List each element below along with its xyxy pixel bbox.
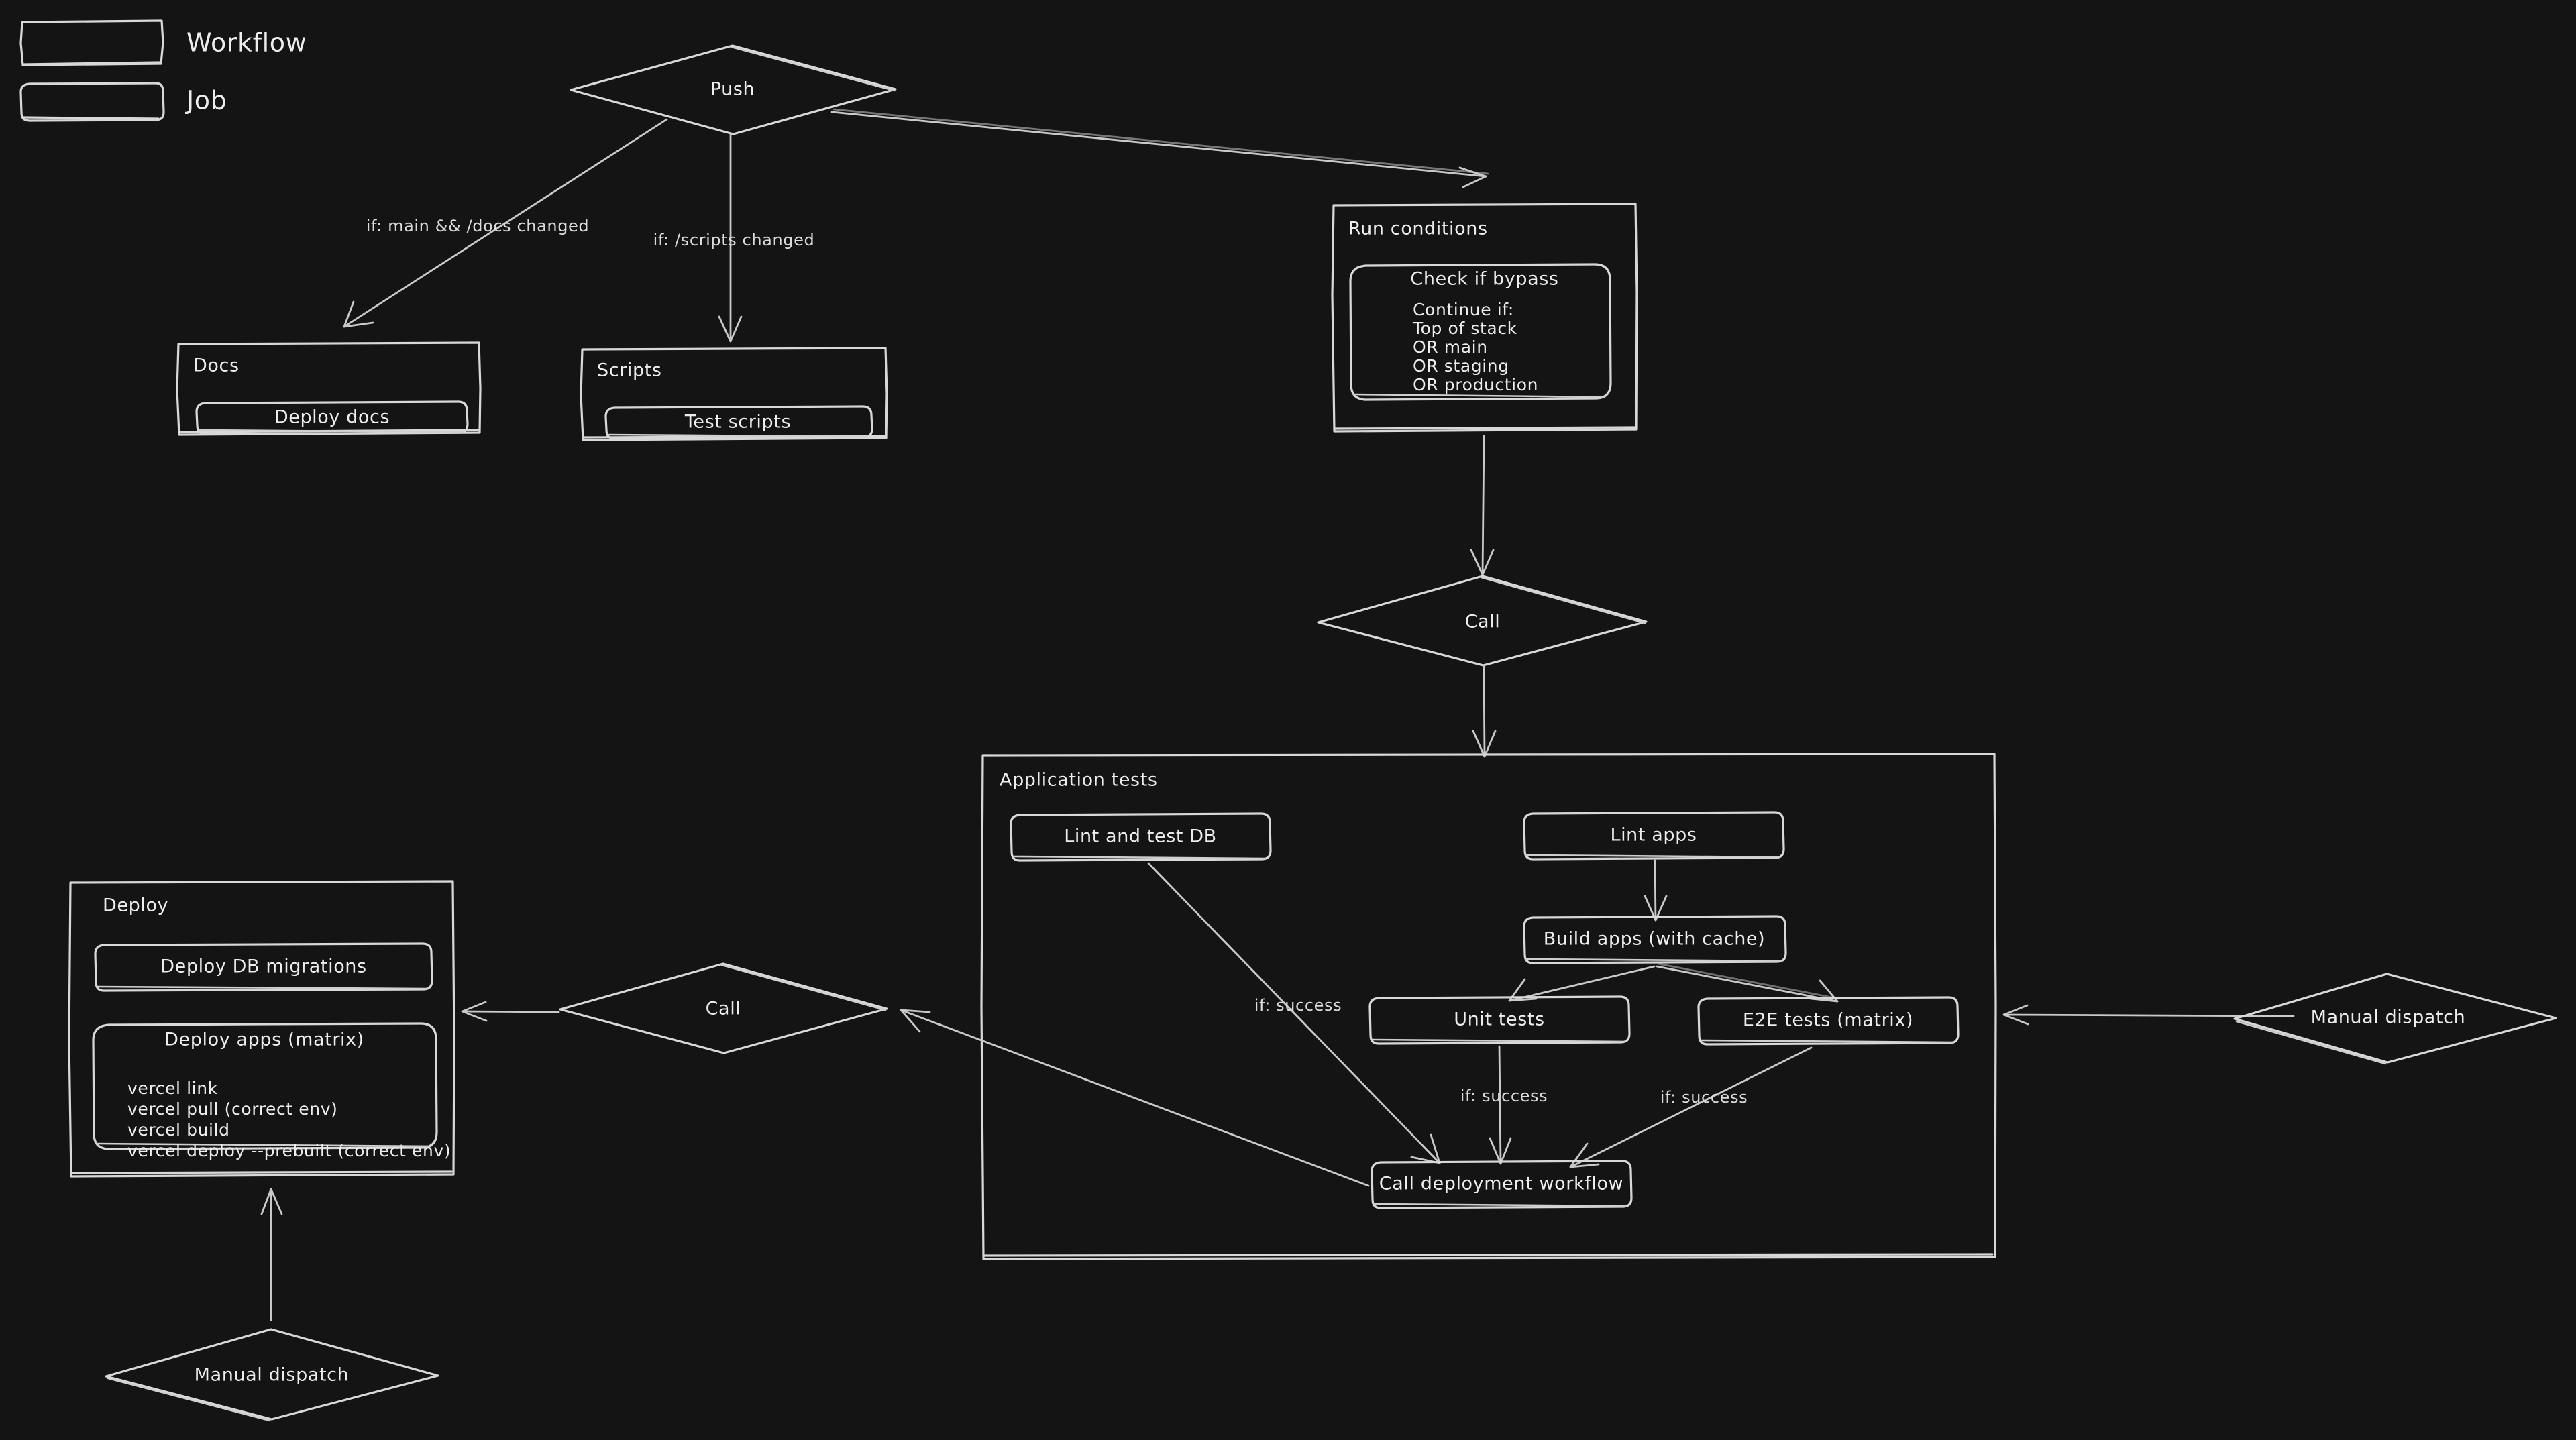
- edge-manualdispatch-left-deploy: [260, 1188, 283, 1321]
- job-deploy-db-migrations[interactable]: Deploy DB migrations: [94, 942, 433, 992]
- job-deploy-apps-matrix-label: Deploy apps (matrix): [164, 1030, 364, 1050]
- job-deploy-apps-detail-0: vercel link: [127, 1078, 218, 1098]
- workflow-deploy: Deploy Deploy DB migrations Deploy apps …: [68, 880, 455, 1178]
- job-call-deployment-workflow[interactable]: Call deployment workflow: [1371, 1160, 1633, 1209]
- edge-e2etests-calldeploy-label: if: success: [1660, 1088, 1748, 1107]
- legend-workflow-label: Workflow: [186, 28, 307, 58]
- job-deploy-docs-label: Deploy docs: [274, 407, 390, 428]
- workflow-run-conditions-title: Run conditions: [1348, 219, 1488, 239]
- job-unit-tests[interactable]: Unit tests: [1368, 995, 1631, 1045]
- edge-push-runconditions: [830, 108, 1489, 188]
- edge-e2etests-calldeploy: if: success: [1569, 1046, 1813, 1168]
- edge-buildapps-unittests: [1508, 965, 1656, 1002]
- diagram-canvas: Workflow Job Push if: main && /docs chan…: [19, 19, 2557, 1422]
- edge-callleft-deploy: [461, 1001, 560, 1022]
- trigger-manual-dispatch-left-label: Manual dispatch: [195, 1365, 350, 1386]
- trigger-call-left-label: Call: [706, 999, 741, 1019]
- job-deploy-apps-detail-3: vercel deploy --prebuilt (correct env): [127, 1141, 451, 1160]
- job-lint-and-test-db-label: Lint and test DB: [1064, 826, 1217, 847]
- job-deploy-apps-detail-2: vercel build: [127, 1120, 230, 1140]
- trigger-manual-dispatch-right[interactable]: Manual dispatch: [2233, 973, 2557, 1065]
- job-deploy-docs[interactable]: Deploy docs: [195, 400, 469, 435]
- job-check-if-bypass-detail-0: Continue if:: [1413, 300, 1514, 319]
- trigger-push-label: Push: [710, 79, 755, 100]
- legend-workflow-swatch: [19, 19, 164, 66]
- edge-call-apptests: [1472, 664, 1497, 758]
- job-lint-apps-label: Lint apps: [1610, 825, 1697, 846]
- edge-calldeploy-callleft: [900, 1009, 1370, 1187]
- workflow-scripts-title: Scripts: [597, 360, 662, 381]
- job-lint-apps[interactable]: Lint apps: [1523, 811, 1785, 861]
- workflow-deploy-title: Deploy: [103, 895, 168, 916]
- trigger-manual-dispatch-right-label: Manual dispatch: [2311, 1007, 2466, 1028]
- job-check-if-bypass-detail-2: OR main: [1413, 337, 1488, 357]
- job-check-if-bypass-detail-3: OR staging: [1413, 356, 1509, 376]
- trigger-manual-dispatch-left[interactable]: Manual dispatch: [105, 1328, 439, 1422]
- workflow-run-conditions: Run conditions Check if bypass Continue …: [1331, 203, 1638, 433]
- edge-lintdb-calldeploy: if: success: [1147, 862, 1441, 1164]
- job-build-apps-label: Build apps (with cache): [1544, 929, 1766, 950]
- job-check-if-bypass-detail-4: OR production: [1413, 375, 1538, 394]
- job-test-scripts-label: Test scripts: [684, 412, 791, 433]
- job-unit-tests-label: Unit tests: [1454, 1009, 1544, 1030]
- trigger-push[interactable]: Push: [570, 44, 897, 135]
- edge-unittests-calldeploy-label: if: success: [1460, 1087, 1548, 1105]
- job-build-apps[interactable]: Build apps (with cache): [1523, 915, 1787, 964]
- edge-push-scripts: if: /scripts changed: [653, 133, 815, 343]
- edge-runconditions-call: [1470, 435, 1495, 576]
- edge-lintapps-buildapps: [1644, 859, 1668, 922]
- edge-push-docs-label: if: main && /docs changed: [366, 217, 590, 235]
- trigger-call-top-label: Call: [1465, 612, 1501, 632]
- edge-push-docs: if: main && /docs changed: [343, 118, 668, 328]
- trigger-call-left[interactable]: Call: [559, 962, 888, 1054]
- legend-job-swatch: [19, 82, 165, 122]
- job-deploy-apps-matrix[interactable]: Deploy apps (matrix) vercel link vercel …: [92, 1022, 451, 1160]
- job-check-if-bypass[interactable]: Check if bypass Continue if: Top of stac…: [1349, 263, 1612, 401]
- edge-buildapps-e2etests: [1656, 962, 1840, 1003]
- trigger-call-top[interactable]: Call: [1317, 575, 1648, 667]
- workflow-docs: Docs Deploy docs: [176, 341, 482, 436]
- workflow-docs-title: Docs: [193, 355, 239, 376]
- workflow-application-tests-title: Application tests: [1000, 770, 1158, 791]
- job-e2e-tests-label: E2E tests (matrix): [1743, 1010, 1913, 1031]
- job-e2e-tests[interactable]: E2E tests (matrix): [1697, 996, 1960, 1046]
- job-test-scripts[interactable]: Test scripts: [604, 405, 873, 440]
- job-deploy-db-migrations-label: Deploy DB migrations: [160, 956, 366, 977]
- legend-job-label: Job: [185, 86, 227, 115]
- job-deploy-apps-detail-1: vercel pull (correct env): [127, 1099, 338, 1119]
- edge-push-scripts-label: if: /scripts changed: [653, 231, 815, 250]
- job-lint-and-test-db[interactable]: Lint and test DB: [1010, 812, 1272, 862]
- job-call-deployment-workflow-label: Call deployment workflow: [1379, 1174, 1623, 1195]
- job-check-if-bypass-label: Check if bypass: [1410, 269, 1558, 290]
- edge-lintdb-calldeploy-label: if: success: [1254, 996, 1342, 1015]
- workflow-application-tests: Application tests Lint and test DB Lint …: [980, 753, 1997, 1260]
- edge-unittests-calldeploy: if: success: [1460, 1045, 1548, 1165]
- job-check-if-bypass-detail-1: Top of stack: [1412, 319, 1517, 338]
- workflow-scripts: Scripts Test scripts: [580, 347, 888, 441]
- legend: Workflow Job: [19, 19, 307, 122]
